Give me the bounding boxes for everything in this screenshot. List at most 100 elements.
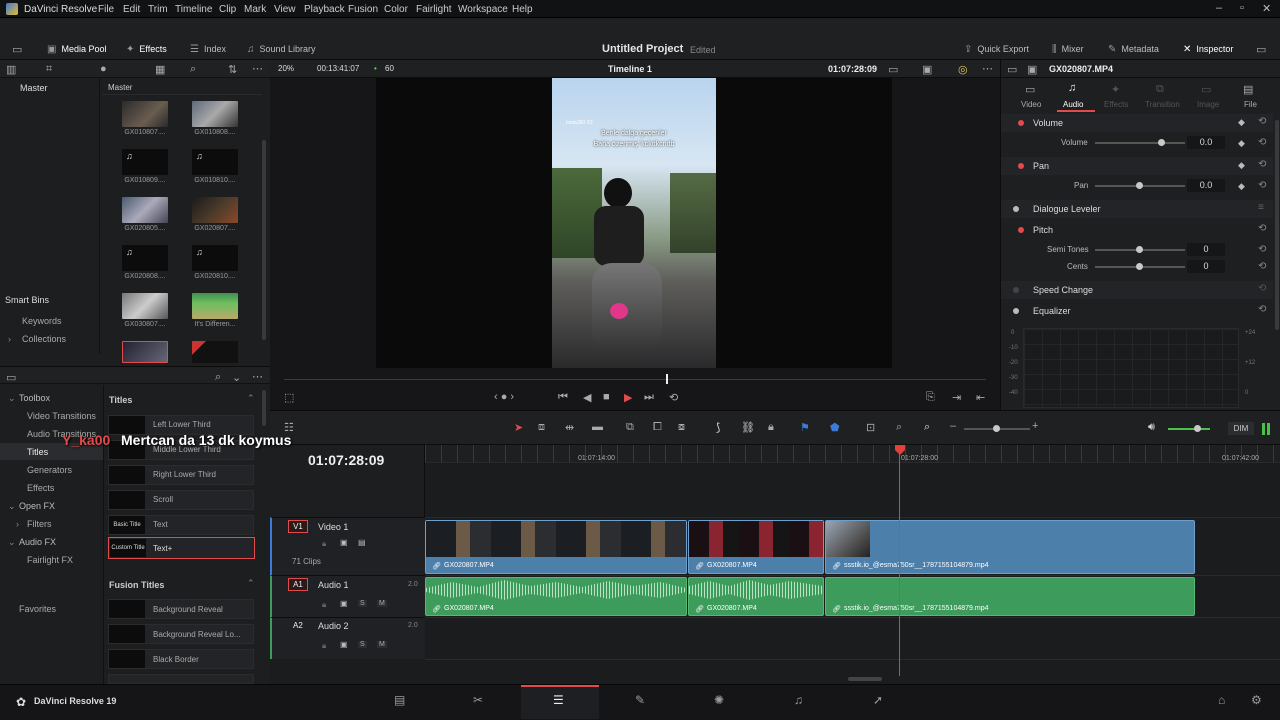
viewer-mode-icon[interactable]: ▣ [922, 63, 932, 76]
master-volume-knob[interactable] [1194, 425, 1201, 432]
media-pool-button[interactable]: ▣ Media Pool [47, 44, 106, 55]
semi-tones-knob[interactable] [1136, 246, 1143, 253]
edit-page-tab[interactable]: ☰ [553, 693, 564, 707]
audio-clip-thumbnail[interactable]: ♫ [122, 149, 168, 175]
zoom-knob[interactable] [993, 425, 1000, 432]
stop-icon[interactable]: ■ [603, 391, 610, 403]
viewer-scrubber[interactable] [284, 379, 986, 380]
mute-button[interactable]: M [377, 600, 387, 607]
pitch-enable-dot[interactable] [1018, 227, 1024, 233]
reset-icon[interactable]: ⟲ [1258, 159, 1266, 170]
next-edit-icon[interactable]: ⇥ [952, 391, 961, 404]
inspector-scrollbar[interactable] [1275, 120, 1279, 330]
jog-icon[interactable]: ‹ ● › [494, 391, 514, 403]
sort-icon[interactable]: ⇅ [228, 63, 237, 76]
home-icon[interactable]: ⌂ [1218, 693, 1225, 707]
fusion-page-tab[interactable]: ✎ [635, 693, 645, 707]
position-lock-icon[interactable]: 🔒︎ [768, 421, 774, 434]
prev-edit-icon[interactable]: ⇤ [976, 391, 985, 404]
linked-selection-icon[interactable]: ⛓ [741, 421, 755, 434]
clip-thumbnail[interactable] [192, 341, 238, 363]
tab-image[interactable]: Image [1197, 100, 1219, 109]
menu-playback[interactable]: Playback [304, 4, 345, 15]
audio-clip[interactable]: 🔗︎ GX020807.MP4 [688, 577, 824, 616]
selection-tool-icon[interactable]: ➤ [514, 421, 523, 434]
clip-thumbnail[interactable] [192, 293, 238, 319]
menu-fairlight[interactable]: Fairlight [416, 4, 452, 15]
equalizer-graph[interactable] [1023, 328, 1239, 408]
scrubber-handle[interactable] [666, 374, 668, 384]
tab-audio[interactable]: Audio [1063, 100, 1083, 109]
effects-scrollbar[interactable] [262, 390, 266, 426]
grid-view-icon[interactable]: ▦ [155, 63, 165, 76]
zoom-in-icon[interactable]: + [1032, 420, 1038, 432]
bin-option-icon[interactable]: ⌗ [46, 63, 52, 76]
marker-icon[interactable]: ⬟ [830, 421, 840, 434]
speed-enable-dot[interactable] [1013, 287, 1019, 293]
tree-toolbox[interactable]: Toolbox [19, 393, 50, 403]
chevron-down-icon[interactable]: ⌄ [8, 393, 16, 404]
go-to-end-icon[interactable]: ⏭ [644, 391, 654, 404]
tree-favorites[interactable]: Favorites [19, 604, 56, 614]
menu-timeline[interactable]: Timeline [175, 4, 212, 15]
menu-icon[interactable]: ≡ [1258, 202, 1264, 213]
reset-icon[interactable]: ⟲ [1258, 223, 1266, 234]
search-icon[interactable]: ⌕ [190, 63, 196, 76]
menu-mark[interactable]: Mark [244, 4, 266, 15]
audio-clip[interactable]: 🔗︎ ssstik.io_@esma750sr__1787155104879.m… [825, 577, 1195, 616]
tree-effects[interactable]: Effects [27, 483, 54, 493]
reset-icon[interactable]: ⟲ [1258, 261, 1266, 272]
inspector-button[interactable]: ✕ Inspector [1183, 44, 1233, 55]
audio-clip-thumbnail[interactable]: ♫ [192, 149, 238, 175]
overwrite-clip-icon[interactable]: ⧠ [653, 421, 662, 434]
tree-open-fx[interactable]: Open FX [19, 501, 55, 511]
reset-icon[interactable]: ⟲ [1258, 244, 1266, 255]
clip-thumbnail[interactable] [122, 293, 168, 319]
cents-knob[interactable] [1136, 263, 1143, 270]
transform-icon[interactable]: ⬚ [284, 391, 294, 404]
match-frame-icon[interactable]: ⎘ [926, 391, 935, 404]
effects-search-icon[interactable]: ⌕ [215, 371, 221, 384]
audio-clip-thumbnail[interactable]: ♫ [122, 245, 168, 271]
expand-icon[interactable]: ▭ [1256, 43, 1266, 56]
video-clip[interactable]: 🔗︎ ssstik.io_@esma750sr__1787155104879.m… [825, 520, 1195, 574]
tree-titles[interactable]: Titles [27, 447, 48, 457]
fusion-title-item[interactable] [108, 674, 254, 684]
menu-color[interactable]: Color [384, 4, 408, 15]
clip-thumbnail[interactable] [122, 101, 168, 127]
reset-icon[interactable]: ⟲ [1258, 137, 1266, 148]
collapse-icon[interactable]: ⌃ [247, 393, 255, 404]
image-tab-icon[interactable]: ▭ [1201, 83, 1211, 96]
semi-tones-slider[interactable] [1095, 246, 1185, 253]
volume-master-slider[interactable] [1168, 425, 1210, 432]
keyframe-icon[interactable]: ◆ [1238, 181, 1245, 192]
pan-slider[interactable] [1095, 182, 1185, 189]
tree-video-transitions[interactable]: Video Transitions [27, 411, 96, 421]
panel-layout-icon[interactable]: ▭ [12, 43, 22, 56]
effects-tab-icon[interactable]: ✦ [1111, 83, 1120, 96]
snapping-icon[interactable]: ⟆ [716, 421, 720, 434]
tree-filters[interactable]: Filters [27, 519, 52, 529]
maximize-icon[interactable]: ▫ [1240, 2, 1244, 14]
track-lock-icon[interactable]: 🔒︎ [322, 641, 326, 651]
replace-clip-icon[interactable]: ⧇ [678, 421, 685, 434]
blade-tool-icon[interactable]: ▬ [592, 421, 603, 433]
dynamic-trim-icon[interactable]: ⇹ [565, 421, 574, 434]
a2-track-tag[interactable]: A2 [293, 621, 303, 630]
deliver-page-tab[interactable]: ➚ [873, 693, 883, 707]
inspector-split-icon[interactable]: ▭ [1007, 63, 1017, 76]
chevron-down-icon[interactable]: ⌄ [8, 537, 16, 548]
dim-button[interactable]: DIM [1228, 422, 1254, 435]
volume-slider[interactable] [1095, 139, 1185, 146]
flag-icon[interactable]: ⚑ [800, 421, 810, 434]
clip-thumbnail-selected[interactable] [122, 341, 168, 363]
timeline-ruler[interactable] [425, 445, 1280, 463]
pan-enable-dot[interactable] [1018, 163, 1024, 169]
zoom-custom-icon[interactable]: ⌕ [924, 421, 930, 434]
view-dot-icon[interactable]: ● [100, 63, 107, 75]
minimize-icon[interactable]: – [1216, 2, 1222, 14]
tree-audio-fx[interactable]: Audio FX [19, 537, 56, 547]
track-visible-icon[interactable]: ▤ [358, 538, 366, 547]
smart-bin-keywords[interactable]: Keywords [22, 316, 62, 326]
close-icon[interactable]: ✕ [1262, 2, 1271, 15]
